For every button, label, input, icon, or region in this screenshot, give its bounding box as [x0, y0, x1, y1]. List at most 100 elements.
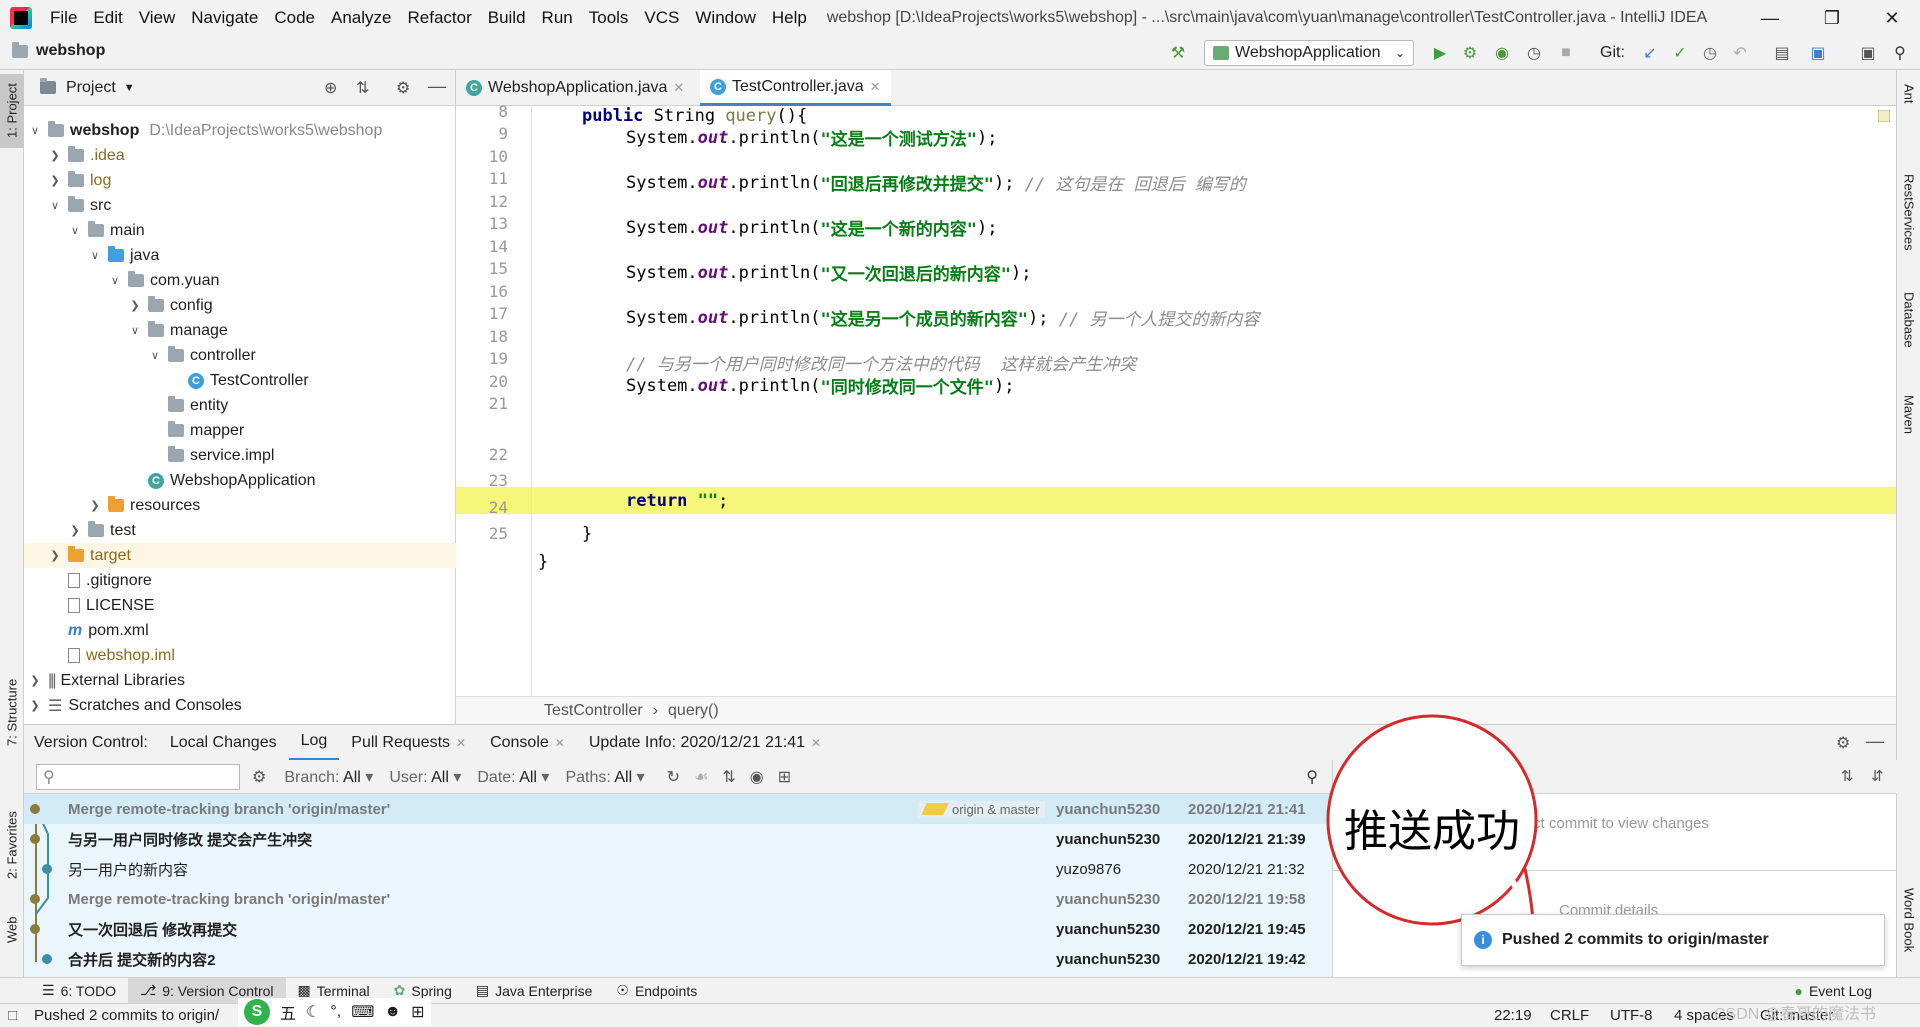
locate-file-icon[interactable]: ⊕ [324, 78, 337, 98]
tree-item-external-libraries[interactable]: ❯ ||| External Libraries [24, 668, 456, 693]
tree-item-src[interactable]: ∨ src [24, 193, 456, 218]
endpoints-tool-button[interactable]: ☉ Endpoints [604, 978, 709, 1004]
java-enterprise-tool-button[interactable]: ▤ Java Enterprise [464, 978, 605, 1004]
user-icon[interactable]: ☻ [384, 1003, 401, 1021]
chevron-down-icon[interactable]: ▼ [124, 82, 135, 94]
chevron-down-icon[interactable]: ∨ [28, 124, 42, 137]
line-number[interactable]: 10 [456, 147, 508, 166]
ime-toolbar[interactable]: S 五 ☾ °, ⌨ ☻ ⊞ [238, 998, 431, 1026]
breadcrumb-method[interactable]: query() [668, 702, 719, 720]
line-number[interactable]: 14 [456, 237, 508, 256]
restore-icon[interactable]: ❐ [1802, 0, 1862, 36]
run-icon[interactable]: ▶ [1428, 42, 1452, 64]
menu-edit[interactable]: Edit [85, 8, 130, 28]
rest-services-tool-tab[interactable]: RestServices [1897, 152, 1920, 272]
line-number[interactable]: 15 [456, 259, 508, 278]
git-update-icon[interactable]: ↙ [1638, 42, 1662, 64]
status-message[interactable]: Pushed 2 commits to origin/ [34, 1007, 219, 1024]
tree-item-license[interactable]: LICENSE [24, 593, 456, 618]
sort-icon[interactable]: ⇅ [722, 767, 735, 787]
menu-vcs[interactable]: VCS [636, 8, 687, 28]
menu-build[interactable]: Build [480, 8, 534, 28]
line-number[interactable]: 21 [456, 394, 508, 413]
inspection-status-icon[interactable] [1878, 110, 1890, 122]
chevron-right-icon[interactable]: ❯ [48, 549, 62, 562]
chevron-down-icon[interactable]: ∨ [108, 274, 122, 287]
menu-refactor[interactable]: Refactor [399, 8, 479, 28]
tab-console[interactable]: Console ✕ [478, 725, 577, 761]
line-number[interactable]: 16 [456, 282, 508, 301]
build-hammer-icon[interactable]: ⚒ [1166, 42, 1190, 64]
project-structure-icon[interactable]: ▤ [1770, 42, 1794, 64]
log-row[interactable]: Merge remote-tracking branch 'origin/mas… [24, 794, 1332, 824]
gear-icon[interactable]: ⚙ [1836, 733, 1850, 753]
chevron-right-icon[interactable]: ❯ [68, 524, 82, 537]
search-everywhere-icon[interactable]: ⚲ [1888, 42, 1912, 64]
word-book-tool-tab[interactable]: Word Book [1897, 870, 1920, 970]
gear-icon[interactable]: ⚙ [252, 767, 266, 787]
tree-item-resources[interactable]: ❯ resources [24, 493, 456, 518]
line-number[interactable]: 24 [456, 498, 508, 517]
close-icon[interactable]: ✕ [1862, 0, 1920, 36]
tree-item-java[interactable]: ∨ java [24, 243, 456, 268]
tree-item-gitignore[interactable]: .gitignore [24, 568, 456, 593]
line-number[interactable]: 8 [456, 102, 508, 121]
chevron-right-icon[interactable]: ❯ [128, 299, 142, 312]
tree-item-log[interactable]: ❯ log [24, 168, 456, 193]
search-icon[interactable]: ⚲ [1306, 767, 1318, 787]
tree-item-test[interactable]: ❯ test [24, 518, 456, 543]
collapse-all-icon[interactable]: ⇵ [1871, 767, 1884, 785]
tab-webshop-application[interactable]: C WebshopApplication.java ✕ [456, 70, 694, 106]
tree-item-main[interactable]: ∨ main [24, 218, 456, 243]
open-new-tab-icon[interactable]: ⊞ [778, 767, 791, 787]
profile-icon[interactable]: ◷ [1522, 42, 1546, 64]
log-row[interactable]: 合并后 提交新的内容2 yuanchun5230 2020/12/21 19:42 [24, 944, 1332, 974]
tree-item-entity[interactable]: entity [24, 393, 456, 418]
chevron-down-icon[interactable]: ∨ [48, 199, 62, 212]
chevron-down-icon[interactable]: ∨ [68, 224, 82, 237]
user-filter[interactable]: User: All ▾ [389, 767, 461, 787]
close-tab-icon[interactable]: ✕ [555, 736, 565, 750]
line-number[interactable]: 11 [456, 169, 508, 188]
push-notification-balloon[interactable]: i Pushed 2 commits to origin/master [1461, 914, 1885, 966]
line-number[interactable]: 19 [456, 349, 508, 368]
menu-tools[interactable]: Tools [581, 8, 637, 28]
log-search-input[interactable]: ⚲ [36, 763, 240, 790]
moon-icon[interactable]: ☾ [306, 1002, 320, 1022]
favorites-tool-tab[interactable]: 2: Favorites [0, 800, 24, 890]
tab-log[interactable]: Log [288, 725, 340, 761]
menu-view[interactable]: View [131, 8, 184, 28]
database-tool-tab[interactable]: Database [1897, 280, 1920, 360]
structure-tool-tab[interactable]: 7: Structure [0, 670, 24, 754]
project-breadcrumb[interactable]: webshop [12, 41, 105, 60]
line-number[interactable]: 12 [456, 192, 508, 211]
line-separator[interactable]: CRLF [1550, 1007, 1589, 1024]
maven-tool-tab[interactable]: Maven [1897, 380, 1920, 450]
close-tab-icon[interactable]: ✕ [456, 736, 466, 750]
log-row[interactable]: 又一次回退后 修改再提交 yuanchun5230 2020/12/21 19:45 [24, 914, 1332, 944]
tree-item-webshop-iml[interactable]: webshop.iml [24, 643, 456, 668]
cherry-pick-icon[interactable]: ☙ [694, 767, 708, 787]
tree-item-target[interactable]: ❯ target [24, 543, 456, 568]
menu-window[interactable]: Window [687, 8, 763, 28]
run-configuration-select[interactable]: WebshopApplication ⌄ [1204, 40, 1414, 66]
line-number[interactable]: 13 [456, 214, 508, 233]
chevron-right-icon[interactable]: ❯ [28, 699, 42, 712]
git-history-icon[interactable]: ◷ [1698, 42, 1722, 64]
log-row[interactable]: 与另一用户同时修改 提交会产生冲突 yuanchun5230 2020/12/21 … [24, 824, 1332, 854]
menu-navigate[interactable]: Navigate [183, 8, 266, 28]
close-tab-icon[interactable]: ✕ [870, 79, 881, 95]
chevron-down-icon[interactable]: ∨ [148, 349, 162, 362]
collapse-all-icon[interactable]: ⇅ [356, 78, 369, 98]
coverage-icon[interactable]: ◉ [1490, 42, 1514, 64]
git-commit-icon[interactable]: ✓ [1668, 42, 1692, 64]
view-options-icon[interactable]: ◉ [750, 767, 764, 787]
status-icon[interactable]: □ [8, 1007, 17, 1024]
grid-icon[interactable]: ⊞ [411, 1002, 424, 1022]
close-tab-icon[interactable]: ✕ [811, 736, 821, 750]
tab-update-info[interactable]: Update Info: 2020/12/21 21:41 ✕ [577, 725, 833, 761]
close-tab-icon[interactable]: ✕ [673, 80, 684, 96]
expand-all-icon[interactable]: ⇅ [1841, 767, 1854, 785]
tab-test-controller[interactable]: C TestController.java ✕ [700, 70, 891, 106]
hide-panel-icon[interactable]: — [428, 76, 446, 97]
